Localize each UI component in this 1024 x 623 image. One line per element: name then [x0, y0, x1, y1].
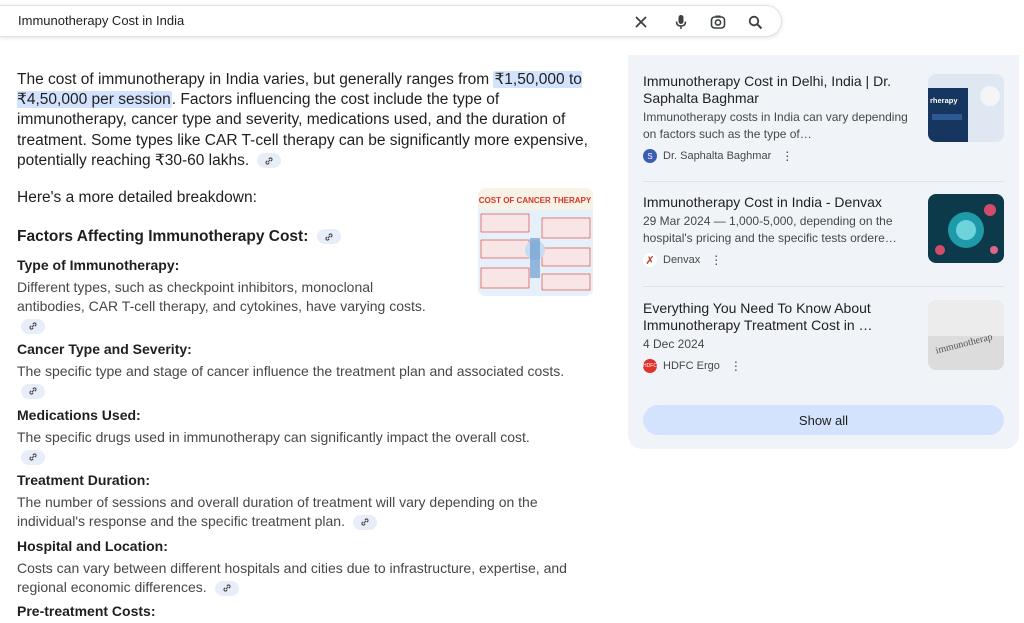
infographic-title: COST OF CANCER THERAPY: [479, 196, 592, 205]
section-heading: Hospital and Location:: [17, 538, 168, 554]
source-title[interactable]: Immunotherapy Cost in Delhi, India | Dr.…: [643, 73, 913, 107]
source-snippet: 29 Mar 2024 — 1,000-5,000, depending on …: [643, 214, 897, 245]
section-body-text: The number of sessions and overall durat…: [17, 494, 538, 529]
sources-panel: Immunotherapy Cost in Delhi, India | Dr.…: [628, 55, 1019, 449]
section-body: Costs can vary between different hospita…: [17, 559, 597, 597]
more-vert-icon[interactable]: ⋮: [781, 149, 793, 163]
show-all-button[interactable]: Show all: [643, 405, 1004, 435]
source-title[interactable]: Immunotherapy Cost in India - Denvax: [643, 194, 913, 211]
thumbnail-text: rherapy: [930, 96, 958, 105]
source-title[interactable]: Everything You Need To Know About Immuno…: [643, 300, 913, 334]
site-name: HDFC Ergo: [663, 360, 720, 372]
link-icon[interactable]: [21, 318, 45, 334]
cost-infographic-image[interactable]: COST OF CANCER THERAPY: [478, 188, 593, 296]
link-icon[interactable]: [21, 449, 45, 465]
more-vert-icon[interactable]: ⋮: [710, 253, 722, 267]
section-body: Different types, such as checkpoint inhi…: [17, 278, 427, 335]
source-card[interactable]: Immunotherapy Cost in India - Denvax 29 …: [643, 194, 1004, 267]
source-site: S Dr. Saphalta Baghmar ⋮: [643, 149, 1004, 163]
section-body-text: Different types, such as checkpoint inhi…: [17, 279, 426, 314]
more-vert-icon[interactable]: ⋮: [730, 359, 742, 373]
overview-intro: The cost of immunotherapy in India varie…: [17, 70, 597, 171]
search-icon[interactable]: [745, 12, 765, 32]
site-favicon: HDFC: [643, 359, 657, 373]
site-favicon: S: [643, 149, 657, 163]
section-heading: Treatment Duration:: [17, 472, 151, 488]
link-icon[interactable]: [214, 580, 239, 596]
source-thumbnail[interactable]: immunotherap: [928, 300, 1004, 370]
lens-icon[interactable]: [708, 12, 728, 32]
close-icon[interactable]: [631, 12, 651, 32]
section-body-text: The specific type and stage of cancer in…: [17, 363, 565, 379]
source-snippet: 4 Dec 2024: [643, 337, 705, 351]
section-heading: Type of Immunotherapy:: [17, 257, 180, 273]
source-card[interactable]: Everything You Need To Know About Immuno…: [643, 300, 1004, 373]
microphone-icon[interactable]: [671, 12, 691, 32]
site-favicon: ✗: [643, 253, 657, 267]
link-icon[interactable]: [21, 383, 45, 399]
link-icon[interactable]: [352, 514, 377, 530]
factors-title-text: Factors Affecting Immunotherapy Cost:: [17, 228, 309, 245]
link-icon[interactable]: [257, 153, 282, 169]
section-body: The specific type and stage of cancer in…: [17, 362, 587, 400]
search-bar[interactable]: Immunotherapy Cost in India: [0, 5, 782, 37]
section-body-text: Costs can vary between different hospita…: [17, 560, 567, 595]
divider: [643, 181, 1004, 182]
source-thumbnail[interactable]: [928, 194, 1004, 263]
section-heading: Medications Used:: [17, 407, 141, 423]
section-body: The number of sessions and overall durat…: [17, 493, 592, 531]
search-input[interactable]: Immunotherapy Cost in India: [18, 13, 184, 28]
breakdown-heading: Here's a more detailed breakdown:: [17, 189, 257, 206]
source-thumbnail[interactable]: rherapy: [928, 74, 1004, 142]
source-snippet: Immunotherapy costs in India can vary de…: [643, 110, 908, 141]
ai-overview: The cost of immunotherapy in India varie…: [17, 70, 597, 619]
section-heading: Pre-treatment Costs:: [17, 603, 156, 619]
site-name: Denvax: [663, 254, 701, 266]
divider: [643, 286, 1004, 287]
section-body: The specific drugs used in immunotherapy…: [17, 428, 557, 466]
link-icon[interactable]: [316, 229, 341, 245]
section-body-text: The specific drugs used in immunotherapy…: [17, 429, 530, 445]
intro-text: The cost of immunotherapy in India varie…: [17, 71, 490, 88]
source-card[interactable]: Immunotherapy Cost in Delhi, India | Dr.…: [643, 73, 1004, 163]
section-heading: Cancer Type and Severity:: [17, 341, 192, 357]
factors-title: Factors Affecting Immunotherapy Cost:: [17, 228, 341, 246]
site-name: Dr. Saphalta Baghmar: [663, 150, 772, 162]
